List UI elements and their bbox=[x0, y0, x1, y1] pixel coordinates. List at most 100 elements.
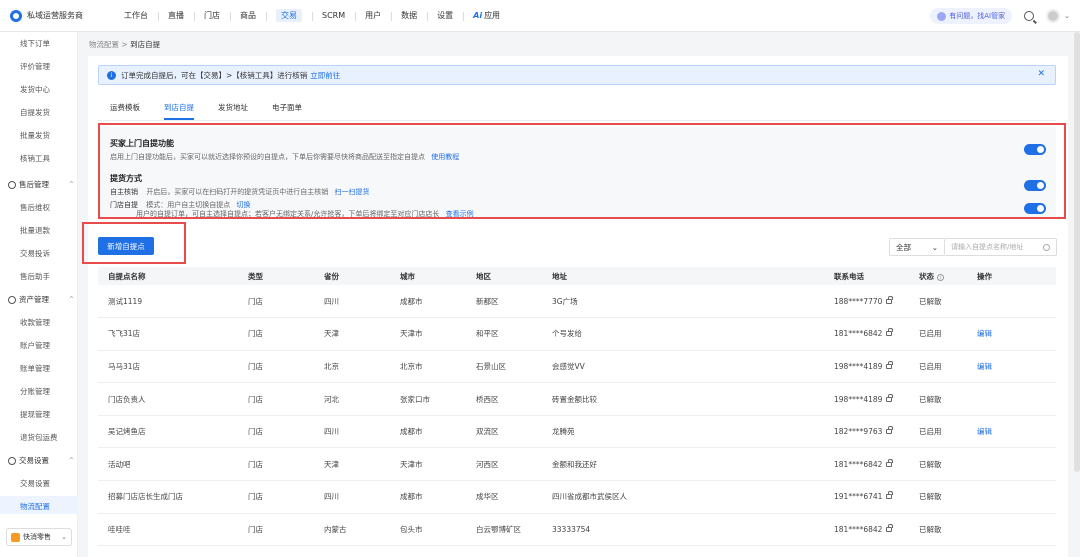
sidebar-item[interactable]: 售后维权 bbox=[20, 202, 50, 213]
table-cell: 哇哇哇 bbox=[98, 513, 238, 547]
breadcrumb-current: 到店自提 bbox=[130, 40, 161, 49]
nav-item-6[interactable]: 用户 bbox=[355, 9, 391, 23]
sidebar-item[interactable]: 评价管理 bbox=[20, 61, 50, 72]
nav-item-5[interactable]: SCRM bbox=[312, 9, 355, 23]
breadcrumb-parent[interactable]: 物流配置 bbox=[89, 40, 119, 49]
sidebar-item[interactable]: 批量发货 bbox=[20, 130, 50, 141]
close-icon[interactable]: ✕ bbox=[1037, 69, 1045, 79]
page-scrollbar[interactable] bbox=[1074, 32, 1080, 472]
edit-link[interactable]: 编辑 bbox=[977, 427, 992, 436]
search-input[interactable]: 请输入自提点名称/地址 bbox=[945, 238, 1057, 256]
shop-selector[interactable]: 快消零售 ⌄ bbox=[6, 528, 72, 546]
edit-link[interactable]: 编辑 bbox=[977, 362, 992, 371]
sidebar-item[interactable]: 售后助手 bbox=[20, 271, 50, 282]
sidebar-item[interactable]: 自提发货 bbox=[20, 107, 50, 118]
cell-text: 河西区 bbox=[476, 459, 499, 469]
tab-3[interactable]: 电子面单 bbox=[272, 102, 302, 113]
cell-text: 已解散 bbox=[919, 524, 942, 534]
app-title: 私域运营服务商 bbox=[27, 11, 83, 20]
sidebar-group[interactable]: 交易设置 ^ bbox=[8, 455, 74, 466]
tab-2[interactable]: 发货地址 bbox=[218, 102, 248, 113]
sidebar-item[interactable]: 物流配置 bbox=[20, 501, 50, 512]
sidebar-group-label: 资产管理 bbox=[19, 295, 49, 304]
cell-text: 活动吧 bbox=[108, 459, 131, 469]
lock-icon[interactable] bbox=[886, 523, 893, 532]
cell-text: 包头市 bbox=[400, 524, 423, 534]
nav-item-1[interactable]: 直播 bbox=[158, 9, 194, 23]
table-cell: 181****6842 bbox=[824, 317, 909, 351]
cell-text: 吴记烤鱼店 bbox=[108, 427, 146, 437]
lock-icon[interactable] bbox=[886, 458, 893, 467]
sidebar-group[interactable]: 售后管理 ^ bbox=[8, 179, 74, 190]
table-cell: 门店负责人 bbox=[98, 382, 238, 416]
ai-app-icon: Ai bbox=[473, 10, 483, 20]
sidebar-item[interactable]: 账单管理 bbox=[20, 363, 50, 374]
table-cell: 门店 bbox=[238, 415, 314, 449]
sidebar-item[interactable]: 分账管理 bbox=[20, 386, 50, 397]
tab-divider bbox=[98, 120, 1056, 121]
table-row: 马马31店 门店 北京 北京市 石景山区 会感觉VV 198****4189 已启用 编辑 bbox=[98, 350, 1056, 384]
cell-text: 已启用 bbox=[919, 329, 942, 339]
sidebar-item[interactable]: 收款管理 bbox=[20, 317, 50, 328]
sidebar-item[interactable]: 批量退款 bbox=[20, 225, 50, 236]
group-icon bbox=[8, 295, 16, 304]
info-icon[interactable]: i bbox=[937, 273, 944, 281]
lock-icon[interactable] bbox=[886, 295, 893, 304]
lock-icon[interactable] bbox=[886, 393, 893, 402]
cell-text: 天津市 bbox=[400, 329, 423, 339]
table-cell: 北京市 bbox=[390, 350, 466, 384]
sidebar-item[interactable]: 交易设置 bbox=[20, 478, 50, 489]
sidebar-item[interactable]: 发货中心 bbox=[20, 84, 50, 95]
search-icon[interactable] bbox=[1043, 244, 1050, 251]
table-cell: 飞飞31店 bbox=[98, 317, 238, 351]
nav-item-2[interactable]: 门店 bbox=[194, 9, 230, 23]
cell-text: 金额和我还好 bbox=[552, 459, 597, 469]
sidebar-item[interactable]: 账户管理 bbox=[20, 340, 50, 351]
edit-link[interactable]: 编辑 bbox=[977, 329, 992, 338]
nav-item-apps[interactable]: Ai 应用 bbox=[463, 9, 510, 23]
alert-link[interactable]: 立即前往 bbox=[310, 70, 340, 81]
sidebar-item[interactable]: 线下订单 bbox=[20, 38, 50, 49]
cell-text: 门店 bbox=[248, 296, 263, 306]
nav-item-3[interactable]: 商品 bbox=[230, 9, 266, 23]
table-cell bbox=[967, 285, 1056, 319]
nav-item-label: 数据 bbox=[401, 10, 418, 20]
ai-helper-button[interactable]: 有问题，找AI管家 bbox=[930, 8, 1013, 24]
table-cell: 门店 bbox=[238, 350, 314, 384]
lock-icon[interactable] bbox=[886, 360, 893, 369]
group-icon bbox=[8, 180, 16, 189]
sidebar-item[interactable]: 交易投诉 bbox=[20, 248, 50, 259]
nav-item-label: 工作台 bbox=[124, 10, 148, 20]
avatar[interactable] bbox=[1046, 9, 1061, 23]
nav-item-4[interactable]: 交易 bbox=[266, 8, 312, 23]
lock-icon[interactable] bbox=[886, 328, 893, 337]
table-cell: 吴记烤鱼店 bbox=[98, 415, 238, 449]
sidebar-group[interactable]: 资产管理 ^ bbox=[8, 294, 74, 305]
tab-1[interactable]: 到店自提 bbox=[164, 102, 194, 120]
cell-text: 天津 bbox=[324, 329, 339, 339]
cell-text: 个号发给 bbox=[552, 329, 582, 339]
cell-text: 新都区 bbox=[476, 296, 499, 306]
sidebar-item[interactable]: 退货包运费 bbox=[20, 432, 58, 443]
table-row: 飞飞31店 门店 天津 天津市 和平区 个号发给 181****6842 已启用 编辑 bbox=[98, 317, 1056, 351]
table-row: 测试1119 门店 四川 成都市 新都区 3G广场 188****7770 已解散 bbox=[98, 285, 1056, 319]
table-cell: 四川省成都市武侯区人 bbox=[542, 480, 824, 514]
cell-text: 测试1119 bbox=[108, 296, 143, 306]
lock-icon[interactable] bbox=[886, 491, 893, 500]
sidebar-item[interactable]: 核销工具 bbox=[20, 153, 50, 164]
table-cell: 3G广场 bbox=[542, 285, 824, 319]
nav-item-8[interactable]: 设置 bbox=[427, 9, 463, 23]
cell-text: 哇哇哇 bbox=[108, 524, 131, 534]
tab-0[interactable]: 运费模板 bbox=[110, 102, 140, 113]
lock-icon[interactable] bbox=[886, 426, 893, 435]
nav-item-7[interactable]: 数据 bbox=[391, 9, 427, 23]
chevron-down-icon[interactable]: ⌄ bbox=[1064, 12, 1070, 20]
app-logo[interactable]: 私域运营服务商 bbox=[0, 9, 100, 22]
status-filter-select[interactable]: 全部 ⌄ bbox=[889, 238, 945, 256]
nav-item-0[interactable]: 工作台 bbox=[114, 9, 158, 23]
cell-text: 天津 bbox=[324, 459, 339, 469]
search-icon[interactable] bbox=[1024, 11, 1035, 21]
sidebar-item[interactable]: 提现管理 bbox=[20, 409, 50, 420]
cell-text: 桥西区 bbox=[476, 394, 499, 404]
cell-text: 龙腾苑 bbox=[552, 427, 575, 437]
